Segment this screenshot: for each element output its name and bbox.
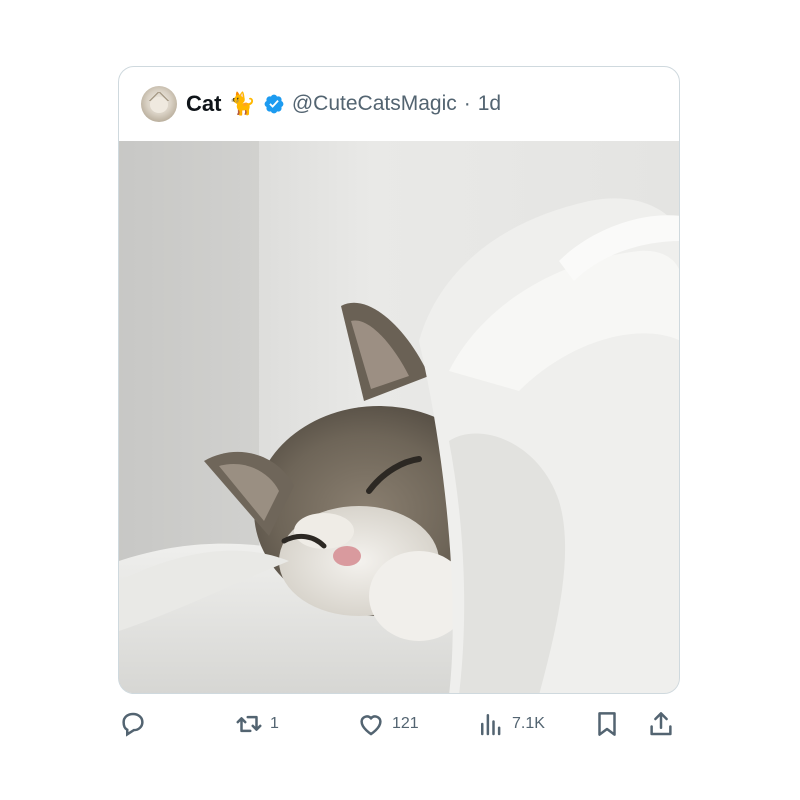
bookmark-icon (598, 712, 616, 736)
share-button[interactable] (646, 706, 676, 742)
share-icon (650, 712, 672, 736)
dot-separator: · (463, 92, 471, 115)
like-button[interactable]: 121 (356, 706, 419, 742)
tweet-card[interactable]: Cat 🐈 @CuteCatsMagic · 1d (118, 66, 680, 694)
reply-button[interactable] (118, 706, 148, 742)
retweet-button[interactable]: 1 (234, 706, 279, 742)
post-time[interactable]: 1d (478, 92, 501, 116)
tweet-actions: 1 121 7.1K (118, 706, 680, 742)
avatar[interactable] (141, 86, 177, 122)
views-count: 7.1K (512, 715, 545, 732)
views-button[interactable]: 7.1K (476, 706, 545, 742)
post-photo[interactable] (119, 141, 680, 694)
reply-icon (122, 712, 144, 737)
like-count: 121 (392, 715, 419, 732)
tweet-header: Cat 🐈 @CuteCatsMagic · 1d (119, 67, 679, 141)
bookmark-button[interactable] (592, 706, 622, 742)
cat-emoji: 🐈 (228, 91, 256, 116)
views-icon (481, 714, 501, 736)
retweet-icon (236, 715, 262, 733)
heart-icon (360, 715, 382, 736)
author-handle[interactable]: @CuteCatsMagic (292, 92, 457, 116)
retweet-count: 1 (270, 715, 279, 732)
author-name[interactable]: Cat (186, 91, 221, 117)
verified-badge-icon (264, 94, 284, 114)
